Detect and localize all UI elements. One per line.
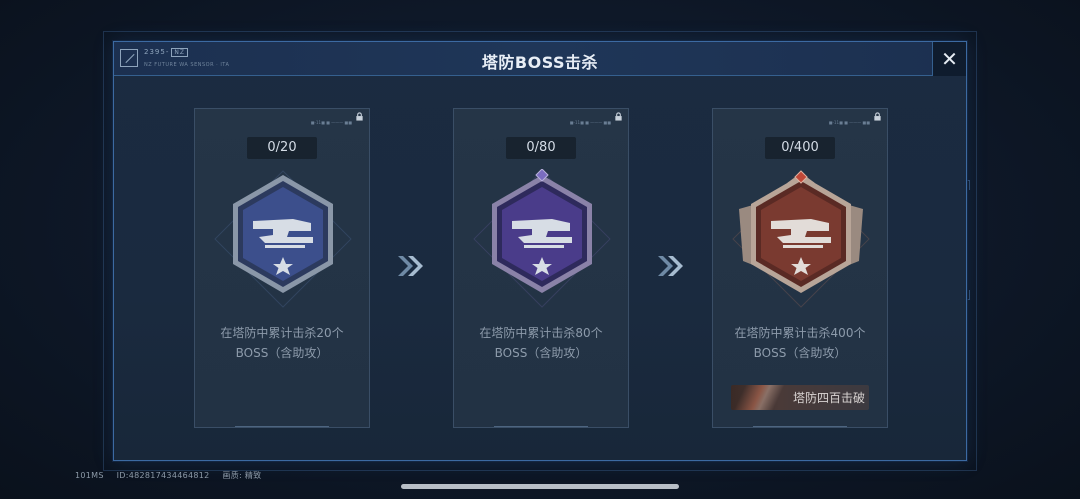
achievement-description: 在塔防中累计击杀400个 BOSS（含助攻）	[723, 323, 877, 363]
panel-title: 塔防BOSS击杀	[481, 53, 599, 72]
achievement-description: 在塔防中累计击杀20个 BOSS（含助攻）	[205, 323, 359, 363]
achievement-card-1[interactable]: ■-11■ ■ ——— ■■ 0/20 在塔防中累计击杀20个 BOSS（含助攻…	[194, 108, 370, 428]
card-divider	[235, 426, 329, 427]
description-line-1: 在塔防中累计击杀20个	[220, 326, 344, 340]
card-divider	[753, 426, 847, 427]
card-serial: ■-11■ ■ ——— ■■	[569, 120, 611, 125]
boss-kill-badge-red	[732, 170, 870, 308]
description-line-2: BOSS（含助攻）	[235, 346, 329, 360]
close-icon: ✕	[941, 47, 958, 71]
lock-icon	[615, 112, 622, 121]
card-serial: ■-11■ ■ ——— ■■	[310, 120, 352, 125]
lock-icon	[874, 112, 881, 121]
close-button[interactable]: ✕	[932, 42, 966, 76]
ping-readout: 101MS	[75, 471, 104, 480]
chevron-right-icon	[398, 256, 423, 276]
progress-counter: 0/20	[247, 137, 317, 159]
reward-title-tag[interactable]: 塔防四百击破	[731, 385, 869, 410]
player-id: ID:482817434464812	[116, 471, 210, 480]
description-line-1: 在塔防中累计击杀80个	[479, 326, 603, 340]
achievement-card-3[interactable]: ■-11■ ■ ——— ■■ 0/400 在塔防中累计击杀400个 BOSS（含…	[712, 108, 888, 428]
card-divider	[494, 426, 588, 427]
achievement-panel: 2395- NZ NZ FUTURE WA SENSOR · ITA 塔防BOSS…	[113, 41, 967, 461]
achievement-card-2[interactable]: ■-11■ ■ ——— ■■ 0/80 在塔防中累计击杀80个 BOSS（含助攻…	[453, 108, 629, 428]
reward-title-label: 塔防四百击破	[793, 391, 866, 405]
chevron-right-icon	[658, 256, 683, 276]
game-screen: ··· ··· ····· ······ ·· ·· ······ ···· ·…	[0, 0, 1080, 499]
progress-counter: 0/80	[506, 137, 576, 159]
home-indicator[interactable]	[401, 484, 679, 489]
card-serial: ■-11■ ■ ——— ■■	[828, 120, 870, 125]
description-line-2: BOSS（含助攻）	[753, 346, 847, 360]
description-line-1: 在塔防中累计击杀400个	[734, 326, 866, 340]
lock-icon	[356, 112, 363, 121]
graphics-quality: 画质: 精致	[222, 471, 262, 480]
panel-titlebar: 2395- NZ NZ FUTURE WA SENSOR · ITA 塔防BOSS…	[114, 42, 966, 76]
description-line-2: BOSS（含助攻）	[494, 346, 588, 360]
achievement-description: 在塔防中累计击杀80个 BOSS（含助攻）	[464, 323, 618, 363]
boss-kill-badge-purple	[473, 169, 611, 308]
reward-streak-graphic	[731, 385, 791, 410]
boss-kill-badge-blue	[214, 170, 352, 308]
progress-counter: 0/400	[765, 137, 835, 159]
status-footer: 101MS ID:482817434464812 画质: 精致	[75, 470, 271, 481]
